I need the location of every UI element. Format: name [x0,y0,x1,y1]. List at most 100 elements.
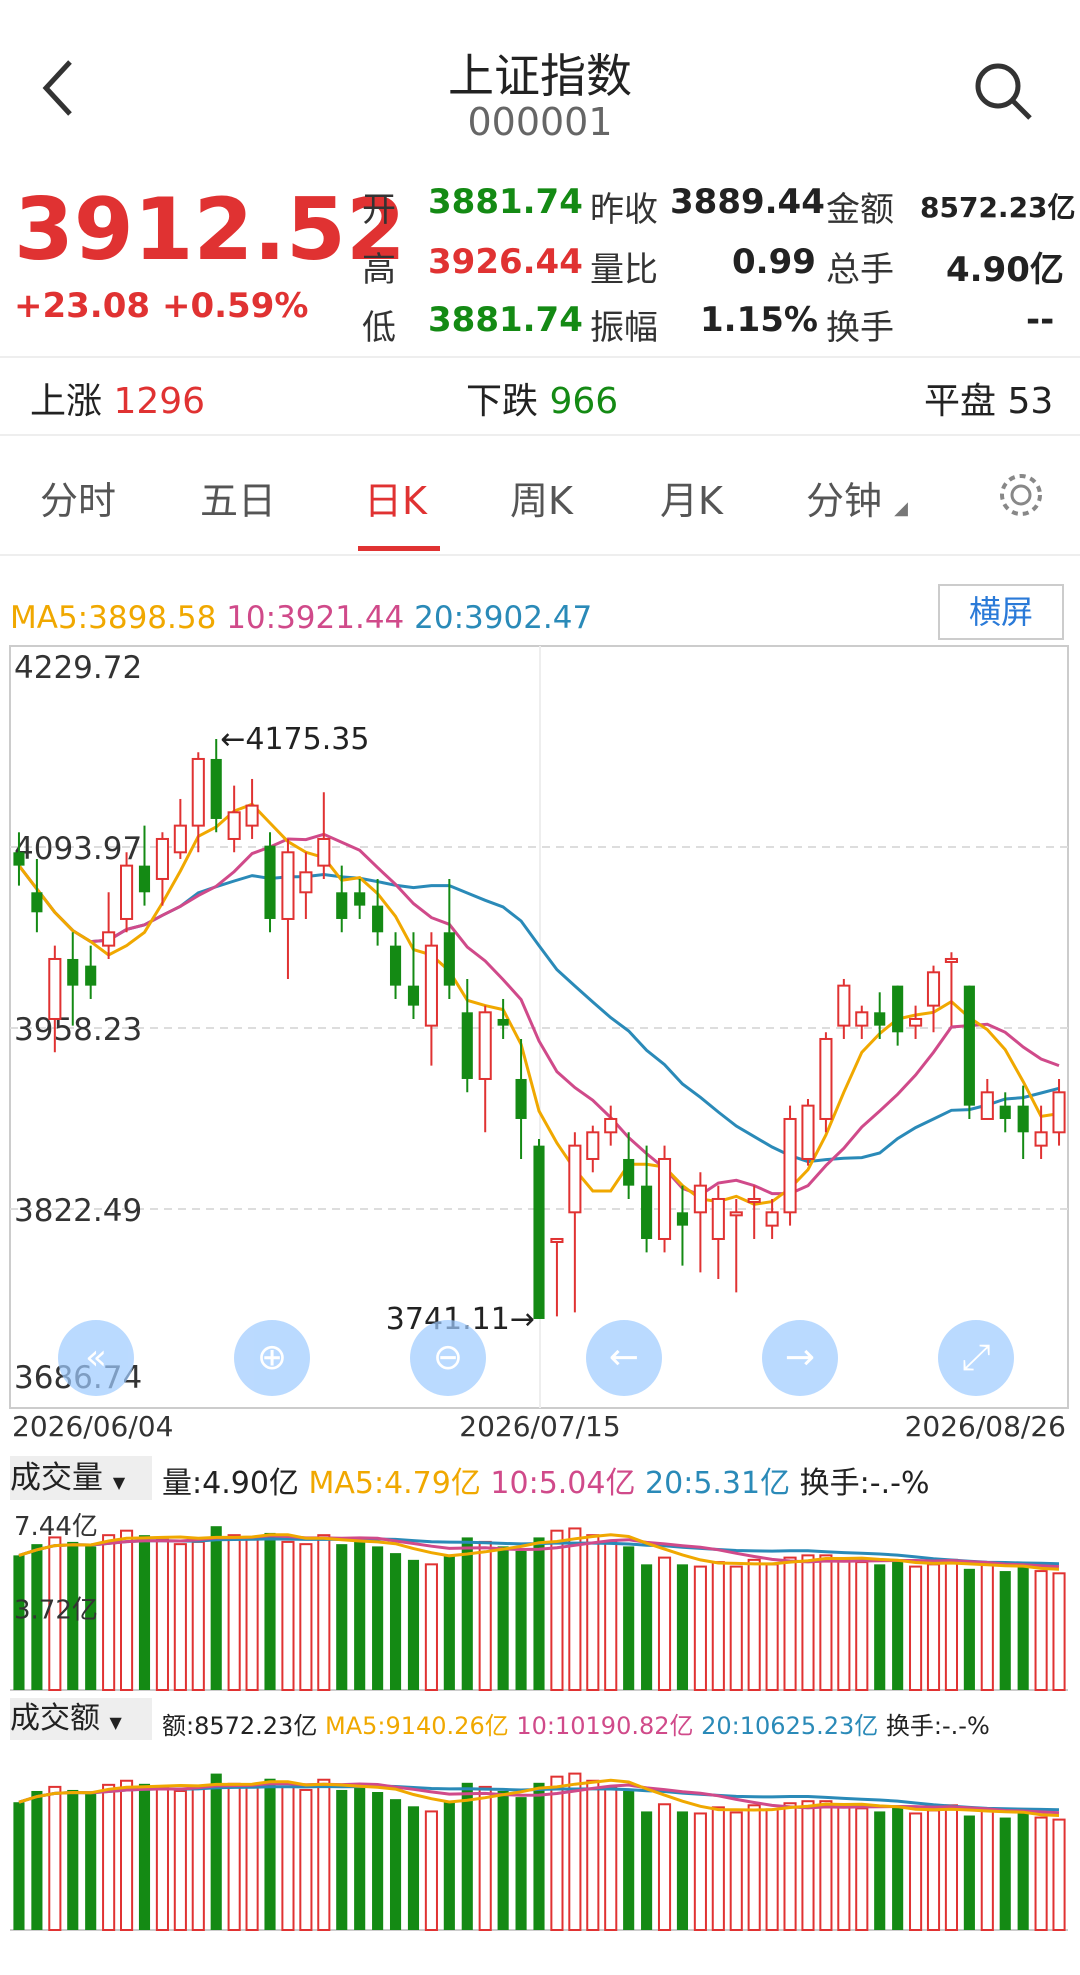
amount-bar [623,1790,635,1930]
candle-body [892,985,904,1033]
candle [281,838,295,979]
volume-bar [711,1561,725,1691]
candle [855,1005,869,1039]
candle [533,1138,545,1319]
settings-button[interactable] [996,470,1046,520]
candle-body [855,1011,869,1027]
candle [676,1185,689,1266]
amount-panel-title: 成交额 [10,1701,100,1736]
caret-down-icon: ▼ [112,1473,126,1492]
amount-bar [407,1806,420,1930]
total-hands-label: 总手 [826,250,894,290]
fullscreen-button[interactable]: ⤢ [938,1320,1014,1396]
arrow-left-button[interactable]: ← [586,1320,662,1396]
amount-bar [747,1804,761,1931]
amount-bar [264,1778,276,1930]
tab-minute[interactable]: 分钟 ◢ [806,470,908,525]
volume-bar [336,1544,348,1690]
amount-bar [497,1790,509,1930]
amount-legend: 额:8572.23亿 MA5:9140.26亿 10:10190.82亿 20:… [162,1706,990,1741]
candle [693,1172,707,1273]
candle-body [837,984,851,1027]
amount-bar [999,1817,1011,1930]
candle-body [264,845,276,919]
rewind-button[interactable]: « [58,1320,134,1396]
search-icon [975,63,1032,120]
kline-chart[interactable]: 4229.724093.973958.233822.493686.74←4175… [0,640,1080,1440]
amount-bar [515,1797,527,1930]
ma5-legend: MA5:3898.58 [10,600,217,636]
volume-bar [138,1535,151,1690]
gear-icon [1000,474,1042,516]
volume-bar [604,1540,618,1692]
volume-bar [245,1536,259,1692]
tab-intraday[interactable]: 分时 [40,470,116,525]
candle-body [729,1211,743,1217]
candle-body [424,944,438,1027]
candle [1034,1105,1048,1159]
arrow-right-button[interactable]: → [762,1320,838,1396]
x-tick-label: 2026/06/04 [12,1410,173,1440]
amount-bar [461,1782,473,1930]
amount-bar [693,1812,707,1931]
amount-label: 金额 [826,190,894,230]
zoom-in-button[interactable]: ⊕ [234,1320,310,1396]
volume-panel-selector[interactable]: 成交量 ▼ [10,1456,152,1500]
breadth-flat: 平盘 53 [924,372,1053,424]
candle [389,932,402,999]
turnover-value: -- [1026,300,1055,340]
zoom-out-button[interactable]: ⊖ [410,1320,486,1396]
candle-body [693,1184,707,1214]
candle [264,832,276,933]
candle-body [926,971,941,1007]
ma-legend: MA5:3898.58 10:3921.44 20:3902.47 [10,600,592,636]
volume-bar [623,1546,635,1690]
breadth-down-label: 下跌 [466,381,539,422]
candle [747,1185,761,1239]
amount-ma5: MA5:9140.26亿 [324,1712,509,1740]
stock-code: 000001 [467,100,613,144]
volume-bar [317,1534,331,1691]
breadth-flat-count: 53 [1007,381,1054,422]
candle-body [155,837,169,880]
amount-bar [729,1811,743,1931]
landscape-button[interactable]: 横屏 [938,584,1064,640]
candle [980,1078,994,1120]
tab-monthly-k[interactable]: 月K [660,470,723,525]
candle-body [173,824,187,854]
amount-bar [354,1784,366,1930]
volume-chart[interactable]: 7.44亿 3.72亿 [0,1500,1080,1696]
volume-ma20: 20:5.31亿 [645,1466,791,1501]
tab-weekly-k[interactable]: 周K [510,470,573,525]
candle-body [641,1185,653,1239]
search-button[interactable] [970,58,1036,124]
candle-body [1034,1131,1048,1147]
amount-chart[interactable]: 17040.00亿8520.00亿 [0,1740,1080,1936]
candle [299,852,313,919]
amount-bar [980,1809,994,1931]
total-hands-value: 4.90亿 [946,250,1064,290]
vol-ratio-value: 0.99 [732,242,816,282]
tab-daily-k[interactable]: 日K [364,470,427,525]
candle-body [443,932,455,986]
amount-panel-selector[interactable]: 成交额 ▼ [10,1698,152,1740]
candle-body [48,957,62,1020]
breadth-down: 下跌 966 [466,372,618,424]
candle-body [747,1197,761,1203]
page-title: 上证指数 [448,49,632,103]
amount-bar [604,1786,618,1931]
candle-body [191,757,205,827]
volume-ma5: MA5:4.79亿 [308,1466,481,1501]
amount-bar [372,1792,384,1930]
tab-five-day[interactable]: 五日 [200,470,276,525]
y-tick-label: 3822.49 [14,1193,142,1229]
candle-body [874,1012,886,1026]
arrow-left-icon: ← [608,1337,640,1378]
volume-bar [999,1571,1011,1690]
volume-bar [354,1539,366,1690]
candle-body [963,985,975,1106]
candle-body [623,1158,635,1186]
amount-bar [85,1794,97,1930]
candle-body [944,957,958,963]
volume-bar [443,1555,455,1690]
